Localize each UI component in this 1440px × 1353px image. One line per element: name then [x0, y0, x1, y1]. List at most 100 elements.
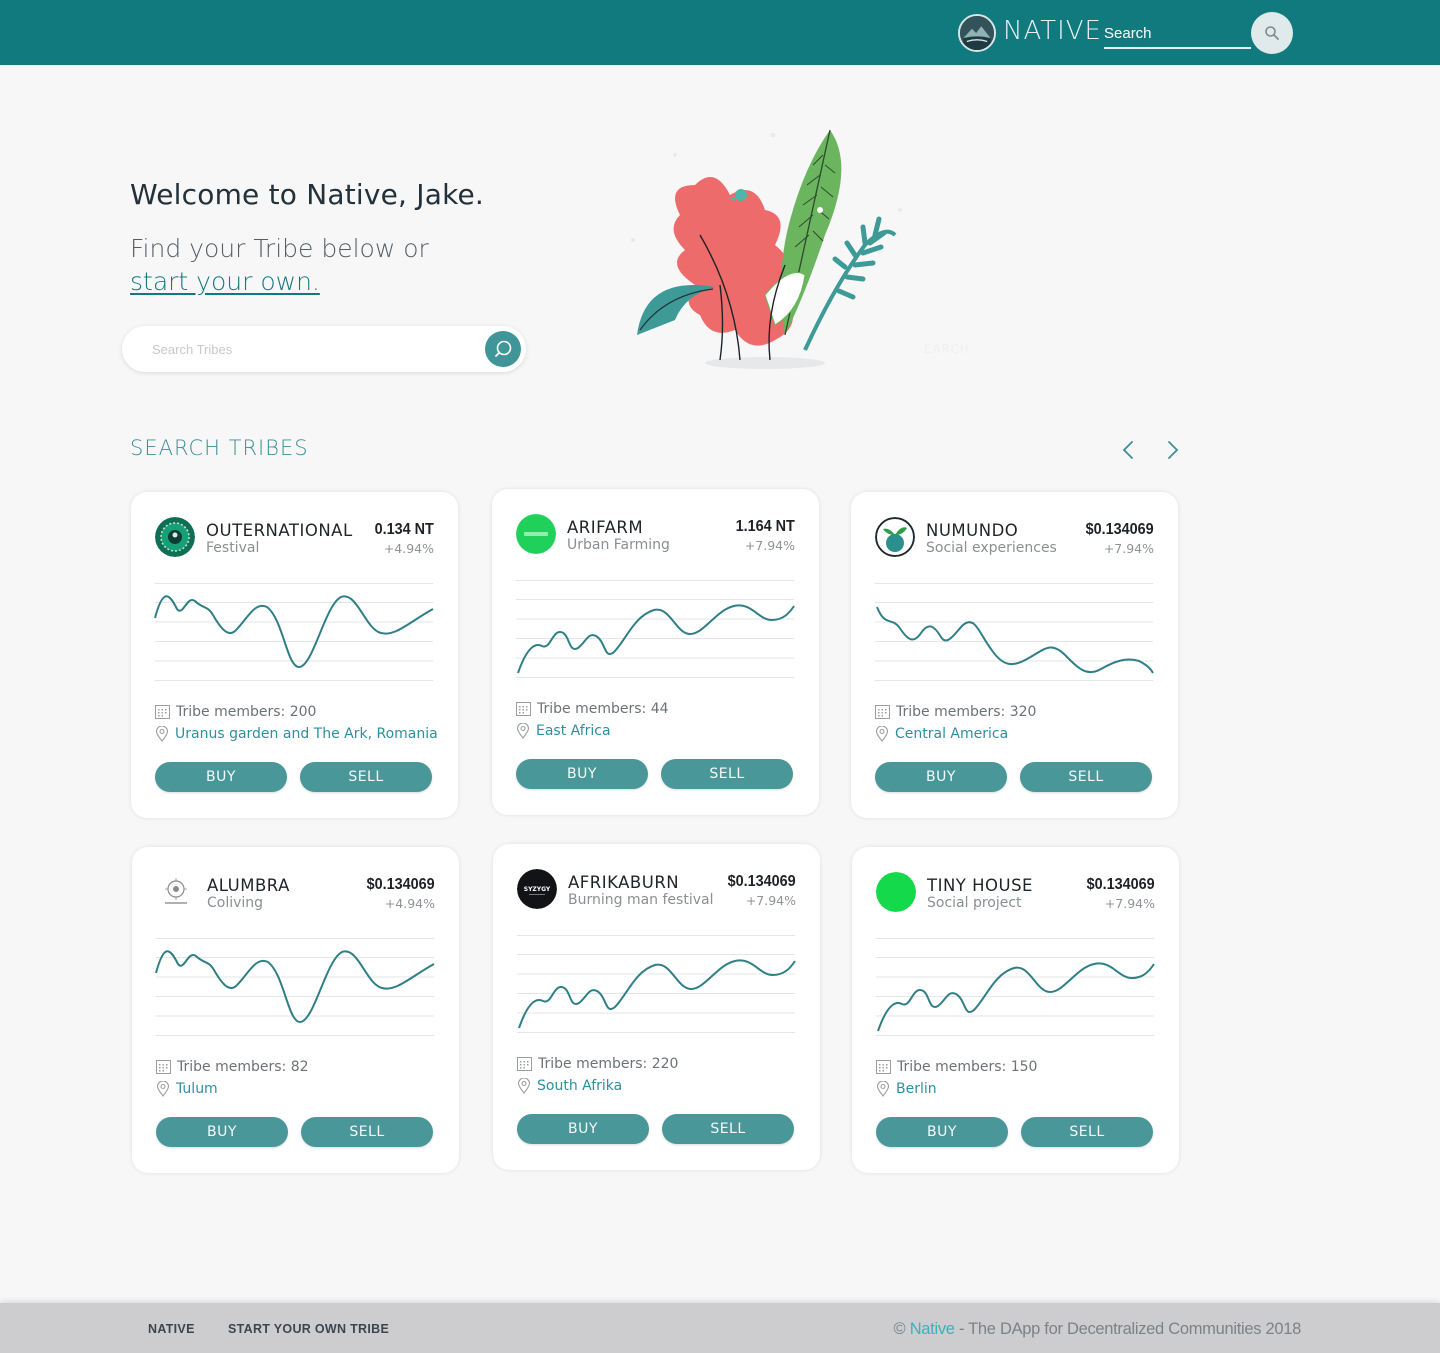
tribe-card[interactable]: TINY HOUSE Social project $0.134069 +7.9…: [852, 847, 1179, 1173]
tribe-location-link[interactable]: South Afrika: [537, 1078, 622, 1094]
tribe-price: 1.164 NT: [735, 518, 795, 535]
tribe-category: Social project: [927, 895, 1022, 911]
footer-native-link[interactable]: Native: [910, 1320, 955, 1338]
sell-button[interactable]: SELL: [300, 762, 432, 792]
tribe-category: Social experiences: [926, 540, 1057, 556]
tribe-search-input[interactable]: [152, 338, 472, 360]
top-nav-bar: NATIVE: [0, 0, 1440, 65]
calendar-icon: [155, 705, 170, 719]
numundo-logo-icon: [875, 517, 915, 557]
tribe-card[interactable]: ALUMBRA Coliving $0.134069 +4.94% Tribe …: [132, 847, 459, 1173]
ghost-search-label: EARCH: [924, 342, 970, 356]
sell-button[interactable]: SELL: [1021, 1117, 1153, 1147]
tribe-card[interactable]: OUTERNATIONAL Festival 0.134 NT +4.94% T…: [131, 492, 458, 818]
footer-copyright: © Native - The DApp for Decentralized Co…: [893, 1320, 1302, 1339]
native-logo-icon[interactable]: [958, 14, 996, 52]
tribe-location-link[interactable]: East Africa: [536, 723, 611, 739]
find-tribe-label: Find your Tribe below or: [130, 234, 429, 263]
tribe-price-chart: [154, 583, 434, 681]
tribe-location-link[interactable]: Uranus garden and The Ark, Romania: [175, 726, 438, 742]
outernational-logo-icon: [155, 517, 195, 557]
arifarm-logo-icon: [516, 514, 556, 554]
location-pin-icon: [155, 726, 169, 742]
tribe-name: ARIFARM: [567, 518, 644, 537]
search-icon: [1265, 26, 1279, 40]
chat-search-icon: [495, 340, 512, 357]
alumbra-logo-icon: [156, 872, 196, 912]
calendar-icon: [517, 1057, 532, 1071]
tribe-change: +7.94%: [744, 538, 795, 553]
location-pin-icon: [875, 726, 889, 742]
tribe-members: Tribe members: 150: [897, 1059, 1038, 1075]
buy-button[interactable]: BUY: [516, 759, 648, 789]
start-your-own-link[interactable]: start your own.: [130, 267, 320, 296]
buy-button[interactable]: BUY: [156, 1117, 288, 1147]
buy-button[interactable]: BUY: [517, 1114, 649, 1144]
tribe-name: OUTERNATIONAL: [206, 521, 353, 540]
tribe-members: Tribe members: 220: [538, 1056, 679, 1072]
tribe-category: Burning man festival: [568, 892, 714, 908]
chevron-left-icon: [1122, 441, 1133, 459]
tribe-search-button[interactable]: [485, 331, 521, 367]
tribe-price: $0.134069: [366, 876, 435, 893]
buy-button[interactable]: BUY: [875, 762, 1007, 792]
tribe-price-chart: [875, 583, 1154, 681]
location-pin-icon: [517, 1078, 531, 1094]
copyright-text: - The DApp for Decentralized Communities…: [954, 1320, 1301, 1338]
tribe-name: AFRIKABURN: [568, 873, 680, 892]
calendar-icon: [156, 1060, 171, 1074]
carousel-next-button[interactable]: [1160, 437, 1186, 463]
tribe-name: ALUMBRA: [207, 876, 290, 895]
tribe-change: +7.94%: [1103, 541, 1154, 556]
tribe-location-link[interactable]: Tulum: [176, 1081, 218, 1097]
plants-illustration: [625, 125, 915, 375]
tribe-price: $0.134069: [1085, 521, 1154, 538]
tribe-price-chart: [516, 580, 795, 678]
tribe-change: +4.94%: [384, 896, 435, 911]
location-pin-icon: [876, 1081, 890, 1097]
search-tribes-heading: SEARCH TRIBES: [130, 436, 309, 460]
buy-button[interactable]: BUY: [876, 1117, 1008, 1147]
tribe-search-bar: [122, 326, 526, 372]
tribe-members: Tribe members: 44: [537, 701, 669, 717]
calendar-icon: [876, 1060, 891, 1074]
tribe-price-chart: [155, 938, 435, 1036]
footer-link-start-tribe[interactable]: START YOUR OWN TRIBE: [228, 1322, 389, 1336]
tribe-location-link[interactable]: Berlin: [896, 1081, 937, 1097]
sell-button[interactable]: SELL: [301, 1117, 433, 1147]
tribe-category: Urban Farming: [567, 537, 670, 553]
location-pin-icon: [516, 723, 530, 739]
sell-button[interactable]: SELL: [661, 759, 793, 789]
carousel-prev-button[interactable]: [1115, 437, 1141, 463]
brand-name[interactable]: NATIVE: [1003, 16, 1102, 46]
chevron-right-icon: [1168, 441, 1179, 459]
tribe-change: +7.94%: [745, 893, 796, 908]
tribe-change: +4.94%: [383, 541, 434, 556]
footer: NATIVE START YOUR OWN TRIBE © Native - T…: [0, 1303, 1440, 1353]
tribe-name: NUMUNDO: [926, 521, 1019, 540]
tribe-price: $0.134069: [727, 873, 796, 890]
sell-button[interactable]: SELL: [1020, 762, 1152, 792]
tribe-price-chart: [517, 935, 796, 1033]
welcome-heading: Welcome to Native, Jake.: [130, 178, 485, 211]
copyright-symbol: ©: [893, 1320, 910, 1338]
top-search-input[interactable]: [1104, 20, 1251, 49]
tribe-card[interactable]: SYZYGY AFRIKABURN Burning man festival $…: [493, 844, 820, 1170]
tribe-members: Tribe members: 82: [177, 1059, 309, 1075]
tribe-members: Tribe members: 320: [896, 704, 1037, 720]
tribe-price-chart: [876, 938, 1155, 1036]
sell-button[interactable]: SELL: [662, 1114, 794, 1144]
tribe-category: Festival: [206, 540, 260, 556]
buy-button[interactable]: BUY: [155, 762, 287, 792]
location-pin-icon: [156, 1081, 170, 1097]
calendar-icon: [875, 705, 890, 719]
svg-text:SYZYGY: SYZYGY: [524, 886, 551, 893]
find-tribe-text: Find your Tribe below or start your own.: [130, 232, 429, 298]
tribe-price: $0.134069: [1086, 876, 1155, 893]
tribe-card[interactable]: NUMUNDO Social experiences $0.134069 +7.…: [851, 492, 1178, 818]
tribe-card[interactable]: ARIFARM Urban Farming 1.164 NT +7.94% Tr…: [492, 489, 819, 815]
tribe-location-link[interactable]: Central America: [895, 726, 1008, 742]
footer-link-native[interactable]: NATIVE: [148, 1322, 195, 1336]
top-search-button[interactable]: [1251, 12, 1293, 54]
tribe-members: Tribe members: 200: [176, 704, 317, 720]
